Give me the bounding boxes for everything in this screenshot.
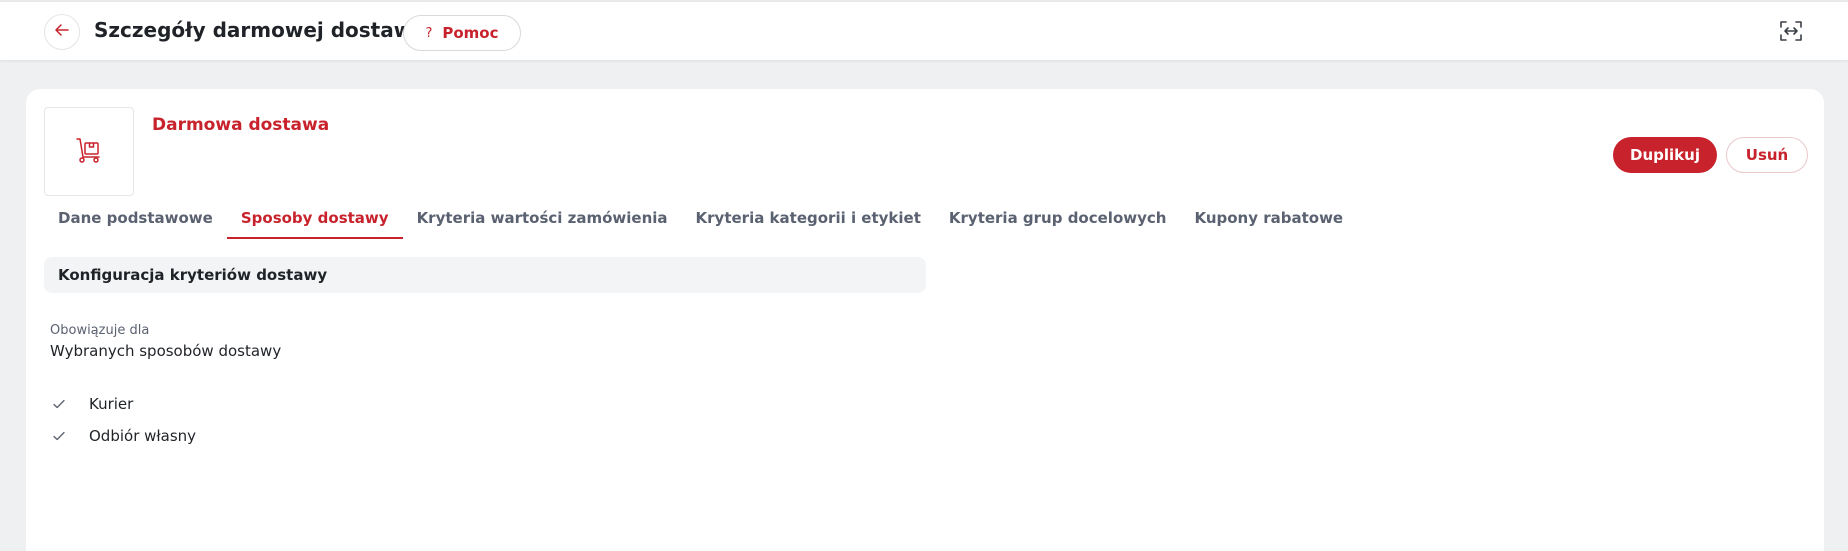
back-button[interactable] bbox=[44, 14, 80, 50]
applies-label: Obowiązuje dla bbox=[50, 323, 150, 338]
tab-order-value-criteria[interactable]: Kryteria wartości zamówienia bbox=[403, 202, 682, 239]
tab-delivery-methods[interactable]: Sposoby dostawy bbox=[226, 202, 403, 239]
list-item: Odbiór własny bbox=[52, 427, 196, 445]
duplicate-button[interactable]: Duplikuj bbox=[1613, 137, 1717, 173]
delete-button[interactable]: Usuń bbox=[1726, 137, 1808, 173]
tab-bar: Dane podstawowe Sposoby dostawy Kryteria… bbox=[44, 202, 1357, 239]
help-button[interactable]: ? Pomoc bbox=[403, 15, 521, 51]
offer-thumbnail bbox=[44, 107, 134, 196]
question-icon: ? bbox=[425, 25, 433, 41]
list-item: Kurier bbox=[52, 395, 133, 413]
delivery-trolley-icon bbox=[74, 135, 104, 169]
tab-discount-coupons[interactable]: Kupony rabatowe bbox=[1180, 202, 1357, 239]
delivery-method-label: Kurier bbox=[89, 395, 134, 413]
arrow-left-icon bbox=[54, 22, 70, 42]
applies-value: Wybranych sposobów dostawy bbox=[50, 342, 282, 360]
top-bar: Szczegóły darmowej dostawy ? Pomoc bbox=[0, 2, 1848, 60]
delivery-method-label: Odbiór własny bbox=[89, 427, 197, 445]
tab-category-label-criteria[interactable]: Kryteria kategorii i etykiet bbox=[682, 202, 935, 239]
tab-target-group-criteria[interactable]: Kryteria grup docelowych bbox=[935, 202, 1181, 239]
section-header: Konfiguracja kryteriów dostawy bbox=[44, 257, 926, 293]
offer-name: Darmowa dostawa bbox=[152, 115, 330, 135]
details-card: Darmowa dostawa Duplikuj Usuń Dane podst… bbox=[26, 89, 1824, 551]
check-icon bbox=[52, 397, 66, 411]
page-title: Szczegóły darmowej dostawy bbox=[94, 18, 426, 42]
expand-horizontal-icon bbox=[1779, 19, 1803, 47]
help-button-label: Pomoc bbox=[442, 24, 499, 42]
tab-basic-data[interactable]: Dane podstawowe bbox=[44, 202, 227, 239]
check-icon bbox=[52, 429, 66, 443]
fullscreen-button[interactable] bbox=[1778, 20, 1804, 46]
